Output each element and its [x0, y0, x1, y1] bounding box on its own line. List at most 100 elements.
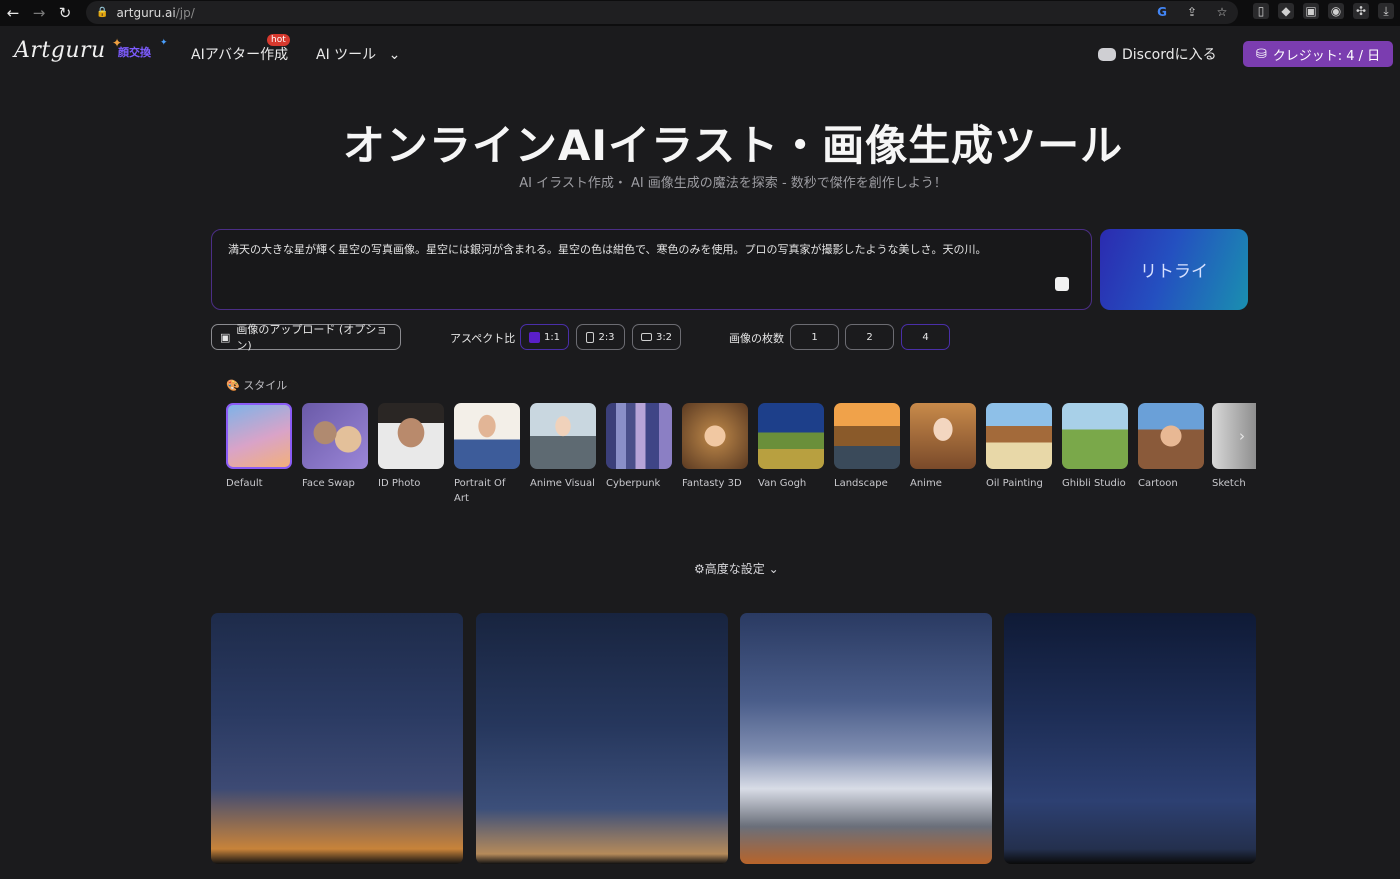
discord-label: Discordに入る — [1122, 47, 1217, 63]
prompt-text: 満天の大きな星が輝く星空の写真画像。星空には銀河が含まれる。星空の色は紺色で、寒… — [228, 243, 987, 256]
chevron-down-icon: ⌄ — [388, 47, 401, 63]
image-count-label: 画像の枚数 — [729, 332, 784, 345]
aspect-3-2-label: 3:2 — [655, 331, 673, 343]
portrait-icon — [586, 331, 595, 343]
face-swap-badge[interactable]: ✦ ✦ 顔交換 — [112, 36, 170, 62]
style-portrait-of-art[interactable]: Portrait Of Art — [454, 403, 520, 506]
advanced-settings-toggle[interactable]: ⚙高度な設定 ⌄ — [694, 560, 779, 577]
site-header: Artguru ✦ ✦ 顔交換 AIアバター作成 hot AI ツール ⌄ Di… — [0, 26, 1400, 80]
count-2-label: 2 — [866, 331, 873, 343]
style-thumb — [606, 403, 672, 469]
palette-icon: 🎨 — [226, 379, 240, 392]
style-thumb — [834, 403, 900, 469]
download-icon[interactable]: ⤓ — [1378, 3, 1394, 19]
coins-icon: ⛁ — [1255, 46, 1267, 62]
style-label: Anime — [910, 478, 942, 489]
style-heading: 🎨 スタイル — [226, 377, 287, 393]
aspect-2-3[interactable]: 2:3 — [576, 324, 625, 350]
dice-icon[interactable] — [1055, 277, 1069, 291]
back-icon[interactable]: ← — [0, 0, 26, 26]
discord-icon — [1098, 47, 1116, 61]
style-thumb — [910, 403, 976, 469]
square-icon — [528, 331, 540, 343]
page-subtitle: AI イラスト作成・ AI 画像生成の魔法を探索 - 数秒で傑作を創作しよう！ — [519, 176, 947, 191]
count-4-label: 4 — [922, 331, 929, 343]
style-label: Ghibli Studio — [1062, 478, 1126, 489]
aspect-2-3-label: 2:3 — [598, 331, 615, 343]
aspect-1-1-label: 1:1 — [543, 331, 561, 343]
result-image[interactable] — [740, 613, 992, 864]
retry-button[interactable]: リトライ — [1100, 229, 1248, 310]
upload-image-button[interactable]: ▣ 画像のアップロード (オプション) — [211, 323, 401, 352]
style-label: Cartoon — [1138, 478, 1178, 489]
lock-icon: 🔒 — [96, 7, 109, 18]
style-label: Sketch — [1212, 478, 1246, 489]
style-carousel: Default Face Swap ID Photo Portrait Of A… — [226, 403, 1256, 513]
logo[interactable]: Artguru — [14, 38, 106, 63]
style-ghibli-studio[interactable]: Ghibli Studio — [1062, 403, 1128, 491]
prompt-textarea[interactable]: 満天の大きな星が輝く星空の写真画像。星空には銀河が含まれる。星空の色は紺色で、寒… — [211, 229, 1092, 310]
credit-label: クレジット: 4 / 日 — [1272, 48, 1381, 64]
aspect-3-2[interactable]: 3:2 — [632, 324, 681, 350]
style-id-photo[interactable]: ID Photo — [378, 403, 444, 491]
count-2[interactable]: 2 — [845, 324, 894, 350]
style-cartoon[interactable]: Cartoon — [1138, 403, 1204, 491]
reload-icon[interactable]: ↻ — [52, 0, 78, 26]
address-bar[interactable]: 🔒 artguru.ai/jp/ — [86, 1, 1238, 24]
badge-label: 顔交換 — [118, 46, 151, 59]
style-anime[interactable]: Anime — [910, 403, 976, 491]
nav-ai-tools[interactable]: AI ツール ⌄ — [316, 44, 400, 64]
style-thumb — [682, 403, 748, 469]
style-thumb — [226, 403, 292, 469]
google-icon[interactable]: G — [1154, 4, 1170, 20]
style-fantasty-3d[interactable]: Fantasty 3D — [682, 403, 748, 491]
style-label: Anime Visual — [530, 478, 595, 489]
nav-ai-tools-label: AI ツール — [316, 47, 377, 63]
landscape-icon — [640, 333, 652, 341]
style-thumb — [986, 403, 1052, 469]
ext-icon-2[interactable]: ◆ — [1278, 3, 1294, 19]
count-1[interactable]: 1 — [790, 324, 839, 350]
style-label: Oil Painting — [986, 478, 1043, 489]
ext-icon-4[interactable]: ◉ — [1328, 3, 1344, 19]
result-image[interactable] — [476, 613, 728, 864]
discord-link[interactable]: Discordに入る — [1098, 44, 1217, 64]
style-thumb — [530, 403, 596, 469]
bookmark-ext-icon[interactable]: ▯ — [1253, 3, 1269, 19]
puzzle-icon[interactable]: ✣ — [1353, 3, 1369, 19]
style-face-swap[interactable]: Face Swap — [302, 403, 368, 491]
nav-ai-avatar[interactable]: AIアバター作成 — [191, 44, 288, 64]
star-icon[interactable]: ☆ — [1214, 4, 1230, 20]
style-label: Landscape — [834, 478, 888, 489]
style-anime-visual[interactable]: Anime Visual — [530, 403, 596, 491]
gear-icon: ⚙ — [694, 562, 705, 576]
style-landscape[interactable]: Landscape — [834, 403, 900, 491]
retry-label: リトライ — [1140, 262, 1208, 282]
credit-button[interactable]: ⛁ クレジット: 4 / 日 — [1243, 41, 1393, 67]
result-image[interactable] — [1004, 613, 1256, 864]
advanced-label: 高度な設定 — [704, 562, 765, 576]
aspect-ratio-label: アスペクト比 — [450, 332, 516, 345]
style-label: Face Swap — [302, 478, 355, 489]
result-image[interactable] — [211, 613, 463, 864]
url-host: artguru.ai — [116, 5, 176, 20]
style-oil-painting[interactable]: Oil Painting — [986, 403, 1052, 491]
style-label: ID Photo — [378, 478, 421, 489]
aspect-1-1[interactable]: 1:1 — [520, 324, 569, 350]
style-default[interactable]: Default — [226, 403, 292, 491]
chevron-right-icon[interactable]: › — [1232, 424, 1252, 448]
browser-toolbar: ← → ↻ 🔒 artguru.ai/jp/ G ⇪ ☆ ▯ ◆ ▣ ◉ ✣ ⤓ — [0, 0, 1400, 26]
count-4[interactable]: 4 — [901, 324, 950, 350]
chevron-down-icon: ⌄ — [768, 562, 779, 576]
forward-icon[interactable]: → — [26, 0, 52, 26]
style-cyberpunk[interactable]: Cyberpunk — [606, 403, 672, 491]
ext-icon-3[interactable]: ▣ — [1303, 3, 1319, 19]
style-label: Cyberpunk — [606, 478, 661, 489]
style-thumb — [1138, 403, 1204, 469]
image-icon: ▣ — [220, 330, 231, 344]
style-van-gogh[interactable]: Van Gogh — [758, 403, 824, 491]
share-icon[interactable]: ⇪ — [1184, 4, 1200, 20]
style-label: Fantasty 3D — [682, 478, 742, 489]
hot-badge: hot — [267, 34, 290, 46]
style-label: Van Gogh — [758, 478, 807, 489]
